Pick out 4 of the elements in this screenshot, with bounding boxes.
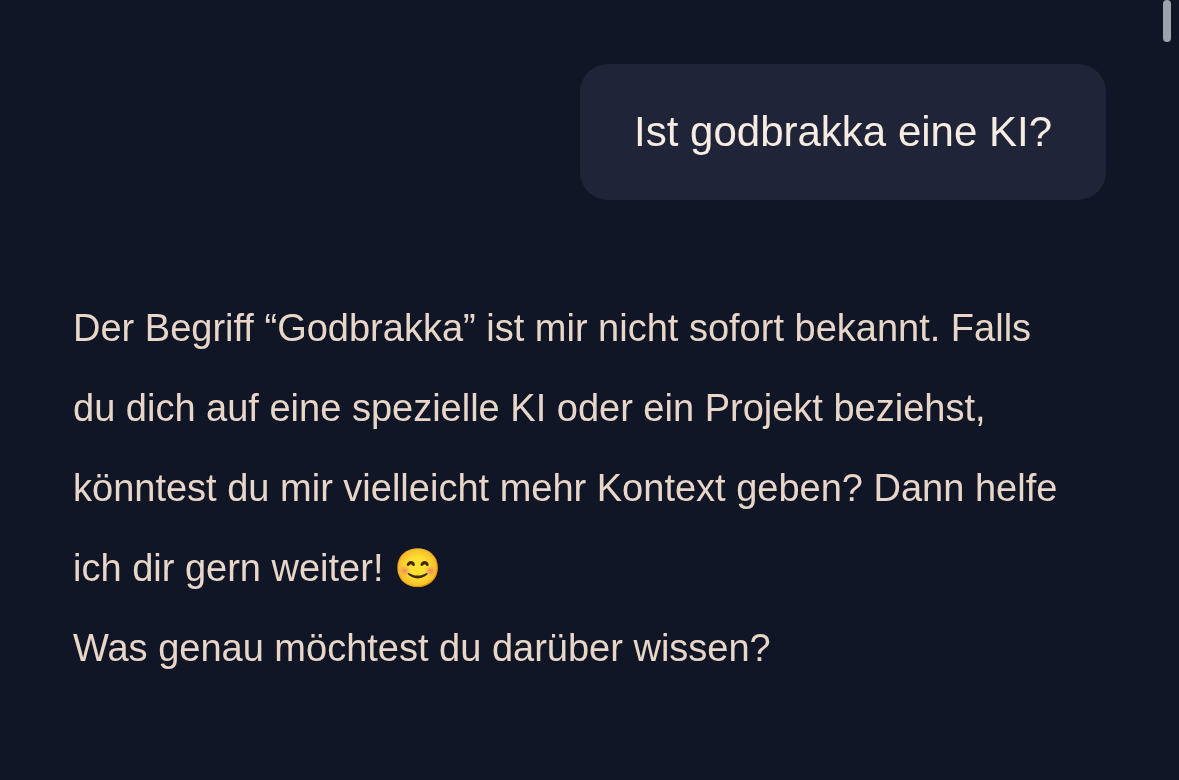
scrollbar-thumb[interactable] bbox=[1163, 0, 1171, 42]
user-message-bubble: Ist godbrakka eine KI? bbox=[580, 64, 1106, 200]
assistant-message-text: Der Begriff “Godbrakka” ist mir nicht sofort bekannt. Falls du dich auf eine spezielle KI oder ein Projekt beziehst, könntest du mir vielleicht mehr Kontext geben? Dann helfe ich dir gern weiter! 😊 bbox=[73, 306, 1059, 591]
assistant-message-text: Was genau möchtest du darüber wissen? bbox=[73, 626, 772, 671]
